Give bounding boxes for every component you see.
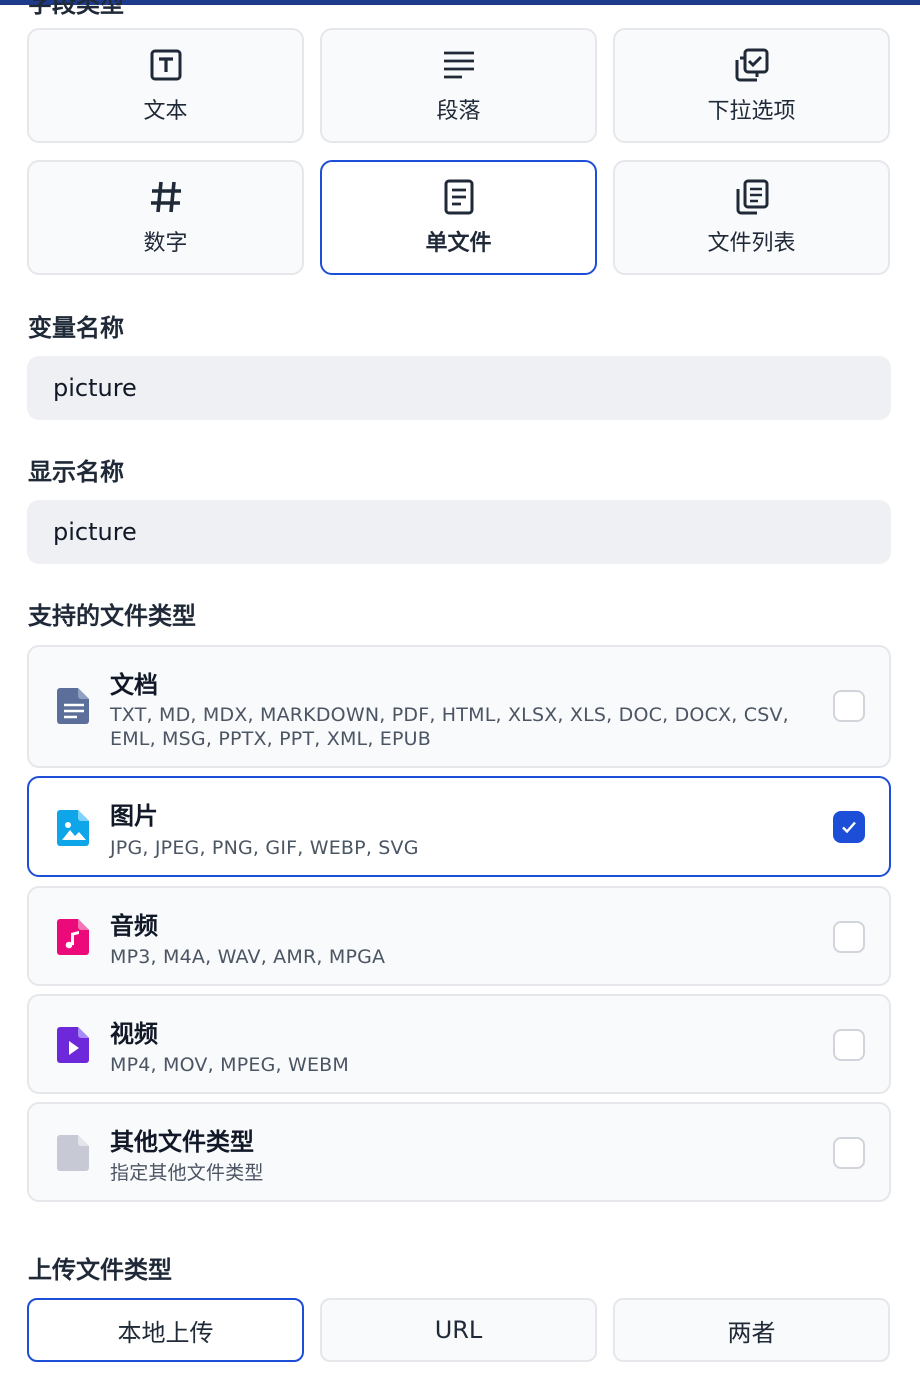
file-type-title: 文档	[110, 671, 158, 699]
other-file-icon	[57, 1135, 91, 1171]
field-type-select[interactable]: 下拉选项	[613, 28, 890, 143]
other-checkbox[interactable]	[833, 1137, 865, 1169]
video-checkbox[interactable]	[833, 1029, 865, 1061]
file-type-other[interactable]: 其他文件类型 指定其他文件类型	[27, 1102, 891, 1202]
field-type-number[interactable]: 数字	[27, 160, 304, 275]
field-type-single-file[interactable]: 单文件	[320, 160, 597, 275]
field-type-label: 下拉选项	[707, 98, 796, 124]
select-options-icon	[734, 47, 770, 83]
top-stripe	[0, 0, 920, 5]
variable-name-label: 变量名称	[28, 314, 124, 342]
upload-both-button[interactable]: 两者	[613, 1298, 890, 1362]
supported-file-types-label: 支持的文件类型	[28, 602, 196, 630]
field-type-label: 单文件	[425, 230, 492, 256]
file-type-document[interactable]: 文档 TXT, MD, MDX, MARKDOWN, PDF, HTML, XL…	[27, 645, 891, 768]
paragraph-icon	[441, 47, 477, 83]
field-type-label: 文本	[143, 98, 188, 124]
file-type-extensions: MP3, M4A, WAV, AMR, MPGA	[110, 946, 386, 968]
image-icon	[57, 810, 91, 846]
hash-icon	[148, 179, 184, 215]
file-type-video[interactable]: 视频 MP4, MOV, MPEG, WEBM	[27, 994, 891, 1094]
document-checkbox[interactable]	[833, 690, 865, 722]
file-type-image[interactable]: 图片 JPG, JPEG, PNG, GIF, WEBP, SVG	[27, 776, 891, 877]
file-type-audio[interactable]: 音频 MP3, M4A, WAV, AMR, MPGA	[27, 886, 891, 986]
file-type-extensions: JPG, JPEG, PNG, GIF, WEBP, SVG	[110, 837, 419, 859]
file-type-title: 图片	[110, 802, 158, 830]
document-icon	[57, 688, 91, 724]
field-type-label: 文件列表	[707, 230, 796, 256]
file-icon	[441, 179, 477, 215]
file-type-extensions: TXT, MD, MDX, MARKDOWN, PDF, HTML, XLSX,…	[110, 704, 789, 750]
display-name-input[interactable]: picture	[27, 500, 891, 564]
field-type-file-list[interactable]: 文件列表	[613, 160, 890, 275]
text-field-icon	[148, 47, 184, 83]
check-icon	[842, 821, 856, 834]
field-type-label: 数字	[143, 230, 188, 256]
file-type-extensions: 指定其他文件类型	[110, 1162, 264, 1184]
audio-checkbox[interactable]	[833, 921, 865, 953]
variable-name-input[interactable]: picture	[27, 356, 891, 420]
upload-local-button[interactable]: 本地上传	[27, 1298, 304, 1362]
image-checkbox[interactable]	[833, 811, 865, 843]
video-icon	[57, 1027, 91, 1063]
upload-method-group: 本地上传 URL 两者	[27, 1298, 891, 1362]
upload-method-label: 上传文件类型	[28, 1256, 172, 1284]
field-type-heading: 字段类型	[28, 0, 124, 18]
display-name-label: 显示名称	[28, 458, 124, 486]
file-type-title: 音频	[110, 912, 158, 940]
upload-url-button[interactable]: URL	[320, 1298, 597, 1362]
file-type-title: 视频	[110, 1020, 158, 1048]
audio-icon	[57, 919, 91, 955]
field-type-grid: 文本 段落 下拉选项 数字 单文件 文件列表	[27, 28, 891, 275]
file-type-title: 其他文件类型	[110, 1128, 254, 1156]
file-list-icon	[734, 179, 770, 215]
field-type-text[interactable]: 文本	[27, 28, 304, 143]
file-type-extensions: MP4, MOV, MPEG, WEBM	[110, 1054, 349, 1076]
field-type-label: 段落	[436, 98, 481, 124]
field-type-paragraph[interactable]: 段落	[320, 28, 597, 143]
